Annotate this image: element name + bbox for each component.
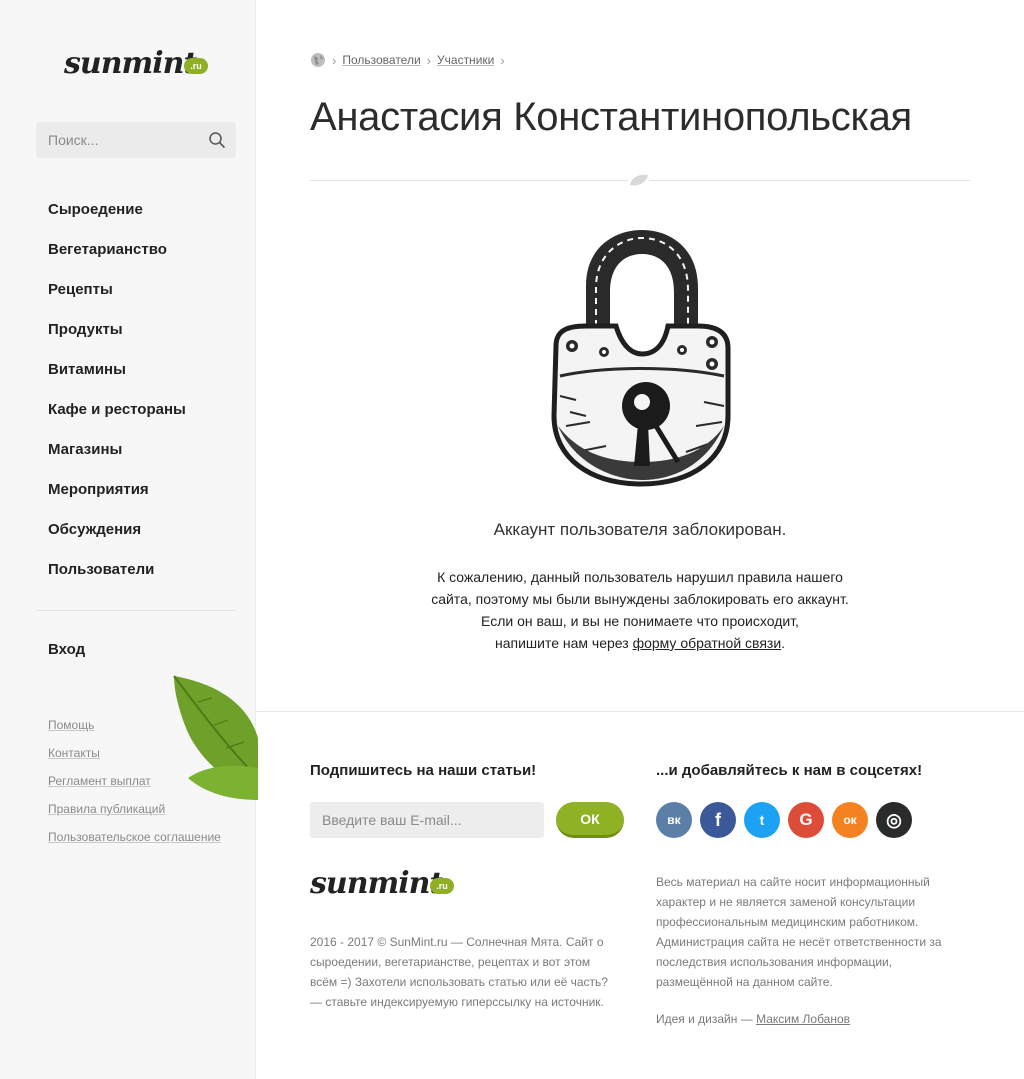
footer: Подпишитесь на наши статьи! ОК sunmint .… <box>256 712 1024 1079</box>
google-icon[interactable]: G <box>788 802 824 838</box>
nav-item-recipes[interactable]: Рецепты <box>48 280 186 320</box>
nav-item-users[interactable]: Пользователи <box>48 560 186 600</box>
site-logo[interactable]: sunmint .ru <box>64 40 210 92</box>
search-input[interactable] <box>36 122 236 158</box>
credits: Идея и дизайн — Максим Лобанов <box>656 1012 850 1026</box>
blocked-heading: Аккаунт пользователя заблокирован. <box>493 520 787 539</box>
main-nav: Сыроедение Вегетарианство Рецепты Продук… <box>48 200 186 600</box>
leaf-divider-icon <box>628 172 650 188</box>
sidebar-divider <box>36 610 236 611</box>
subscribe-title: Подпишитесь на наши статьи! <box>310 762 537 779</box>
social-title: ...и добавляйтесь к нам в соцсетях! <box>656 762 923 779</box>
feedback-form-link[interactable]: форму обратной связи <box>633 635 782 651</box>
vk-icon[interactable]: вк <box>656 802 692 838</box>
login-link[interactable]: Вход <box>48 641 85 658</box>
blocked-message: К сожалению, данный пользователь нарушил… <box>256 566 1024 654</box>
link-user-agreement[interactable]: Пользовательское соглашение <box>48 830 221 858</box>
logo-text: sunmint <box>64 46 197 81</box>
odnoklassniki-icon[interactable]: ок <box>832 802 868 838</box>
facebook-icon[interactable]: f <box>700 802 736 838</box>
breadcrumb: › Пользователи › Участники › <box>310 52 511 68</box>
chevron-right-icon: › <box>500 52 505 68</box>
copyright-text: 2016 - 2017 © SunMint.ru — Солнечная Мят… <box>310 935 608 1009</box>
sidebar: sunmint .ru Сыроедение Вегетарианство Ре… <box>0 0 258 1079</box>
link-contacts[interactable]: Контакты <box>48 746 221 774</box>
subscribe-button[interactable]: ОК <box>556 802 624 838</box>
credits-prefix: Идея и дизайн — <box>656 1012 757 1026</box>
nav-item-raw-food[interactable]: Сыроедение <box>48 200 186 240</box>
blocked-line: К сожалению, данный пользователь нарушил… <box>437 569 843 585</box>
designer-link[interactable]: Максим Лобанов <box>756 1012 850 1026</box>
email-field[interactable] <box>310 802 544 838</box>
blocked-line-prefix: напишите нам через <box>494 635 633 651</box>
logo-badge: .ru <box>430 878 454 894</box>
disclaimer-text: Весь материал на сайте носит информацион… <box>656 875 942 989</box>
instagram-icon[interactable]: ◎ <box>876 802 912 838</box>
page-title: Анастасия Константинопольская <box>310 95 912 139</box>
social-links: вк f t G ок ◎ <box>656 802 920 838</box>
home-globe-icon[interactable] <box>310 52 326 68</box>
nav-item-vegetarianism[interactable]: Вегетарианство <box>48 240 186 280</box>
blocked-line: сайта, поэтому мы были вынуждены заблоки… <box>431 591 849 607</box>
nav-item-vitamins[interactable]: Витамины <box>48 360 186 400</box>
nav-item-cafes[interactable]: Кафе и рестораны <box>48 400 186 440</box>
logo-badge: .ru <box>184 58 208 74</box>
nav-item-products[interactable]: Продукты <box>48 320 186 360</box>
logo-text: sunmint <box>310 866 443 901</box>
blocked-line-suffix: . <box>781 635 786 651</box>
link-payment-rules[interactable]: Регламент выплат <box>48 774 221 802</box>
search-icon[interactable] <box>208 131 226 149</box>
breadcrumb-users[interactable]: Пользователи <box>342 53 420 67</box>
nav-item-events[interactable]: Мероприятия <box>48 480 186 520</box>
breadcrumb-members[interactable]: Участники <box>437 53 494 67</box>
nav-item-shops[interactable]: Магазины <box>48 440 186 480</box>
search-box <box>36 122 236 158</box>
chevron-right-icon: › <box>332 52 337 68</box>
blocked-line: напишите нам через форму обратной связи. <box>256 632 1024 654</box>
blocked-line: Если он ваш, и вы не понимаете что проис… <box>481 613 799 629</box>
link-publication-rules[interactable]: Правила публикаций <box>48 802 221 830</box>
chevron-right-icon: › <box>426 52 432 68</box>
nav-item-discussions[interactable]: Обсуждения <box>48 520 186 560</box>
footer-logo[interactable]: sunmint .ru <box>310 860 456 912</box>
padlock-icon <box>551 230 731 487</box>
twitter-icon[interactable]: t <box>744 802 780 838</box>
sidebar-small-links: Помощь Контакты Регламент выплат Правила… <box>48 718 221 858</box>
link-help[interactable]: Помощь <box>48 718 221 746</box>
